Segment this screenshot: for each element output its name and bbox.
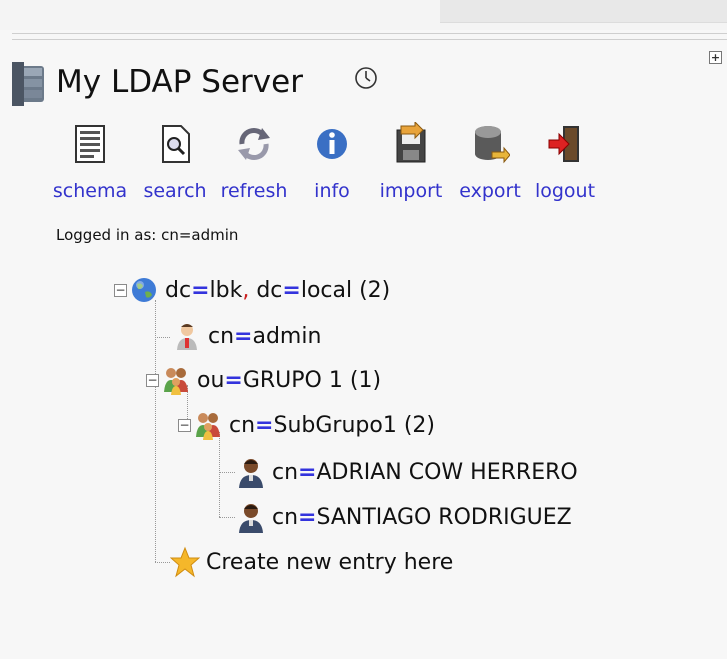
node-label[interactable]: cn=admin xyxy=(208,324,321,349)
node-label[interactable]: cn=SubGrupo1 (2) xyxy=(229,413,435,438)
search-icon[interactable] xyxy=(155,122,195,166)
admin-user-icon xyxy=(177,324,197,350)
collapse-toggle[interactable]: − xyxy=(146,373,159,387)
star-icon xyxy=(170,546,200,578)
tree-node-root[interactable]: − dc=lbk, dc=local (2) xyxy=(114,270,390,310)
node-label[interactable]: cn=SANTIAGO RODRIGUEZ xyxy=(272,505,572,530)
top-strip xyxy=(0,0,727,30)
logout-link[interactable]: logout xyxy=(520,180,610,202)
tree-connector xyxy=(219,517,235,518)
server-icon xyxy=(12,62,44,106)
info-icon[interactable] xyxy=(312,122,352,166)
export-icon[interactable] xyxy=(470,122,510,166)
tree-node-user[interactable]: cn=ADRIAN COW HERRERO xyxy=(236,452,578,492)
create-entry[interactable]: Create new entry here xyxy=(170,542,453,582)
tree-connector xyxy=(219,472,235,473)
refresh-action[interactable]: refresh xyxy=(209,122,299,202)
tree-connector xyxy=(155,300,156,562)
import-link[interactable]: import xyxy=(366,180,456,202)
schema-link[interactable]: schema xyxy=(45,180,135,202)
divider-line xyxy=(12,39,727,40)
user-icon xyxy=(239,459,263,488)
refresh-icon[interactable] xyxy=(234,122,274,166)
logout-icon[interactable] xyxy=(545,122,585,166)
search-link[interactable]: search xyxy=(130,180,220,202)
search-action[interactable]: search xyxy=(130,122,220,202)
user-icon xyxy=(239,504,263,533)
info-action[interactable]: info xyxy=(287,122,377,202)
logout-action[interactable]: logout xyxy=(520,122,610,202)
create-entry-link[interactable]: Create new entry here xyxy=(206,550,453,575)
server-title[interactable]: My LDAP Server xyxy=(56,60,303,104)
tree-node-subgrupo[interactable]: − cn=SubGrupo1 (2) xyxy=(178,405,435,445)
clock-icon[interactable] xyxy=(354,66,378,90)
info-link[interactable]: info xyxy=(287,180,377,202)
tree-node-grupo[interactable]: − ou=GRUPO 1 (1) xyxy=(146,360,381,400)
divider-line xyxy=(12,33,727,34)
tree-node-admin[interactable]: cn=admin xyxy=(172,316,321,356)
expand-icon[interactable]: + xyxy=(709,51,722,64)
import-icon[interactable] xyxy=(391,122,431,166)
collapse-toggle[interactable]: − xyxy=(114,283,127,297)
node-label[interactable]: cn=ADRIAN COW HERRERO xyxy=(272,460,578,485)
address-field[interactable] xyxy=(440,0,727,23)
node-label[interactable]: ou=GRUPO 1 (1) xyxy=(197,368,381,393)
logged-in-status: Logged in as: cn=admin xyxy=(56,226,239,244)
schema-icon[interactable] xyxy=(70,122,110,166)
node-label[interactable]: dc=lbk, dc=local (2) xyxy=(165,278,390,303)
tree-connector xyxy=(155,337,170,338)
group-icon xyxy=(196,413,220,440)
group-icon xyxy=(164,368,188,395)
tree-connector xyxy=(155,562,170,563)
tree-node-user[interactable]: cn=SANTIAGO RODRIGUEZ xyxy=(236,497,572,537)
refresh-link[interactable]: refresh xyxy=(209,180,299,202)
import-action[interactable]: import xyxy=(366,122,456,202)
collapse-toggle[interactable]: − xyxy=(178,418,191,432)
globe-icon xyxy=(132,278,156,302)
schema-action[interactable]: schema xyxy=(45,122,135,202)
